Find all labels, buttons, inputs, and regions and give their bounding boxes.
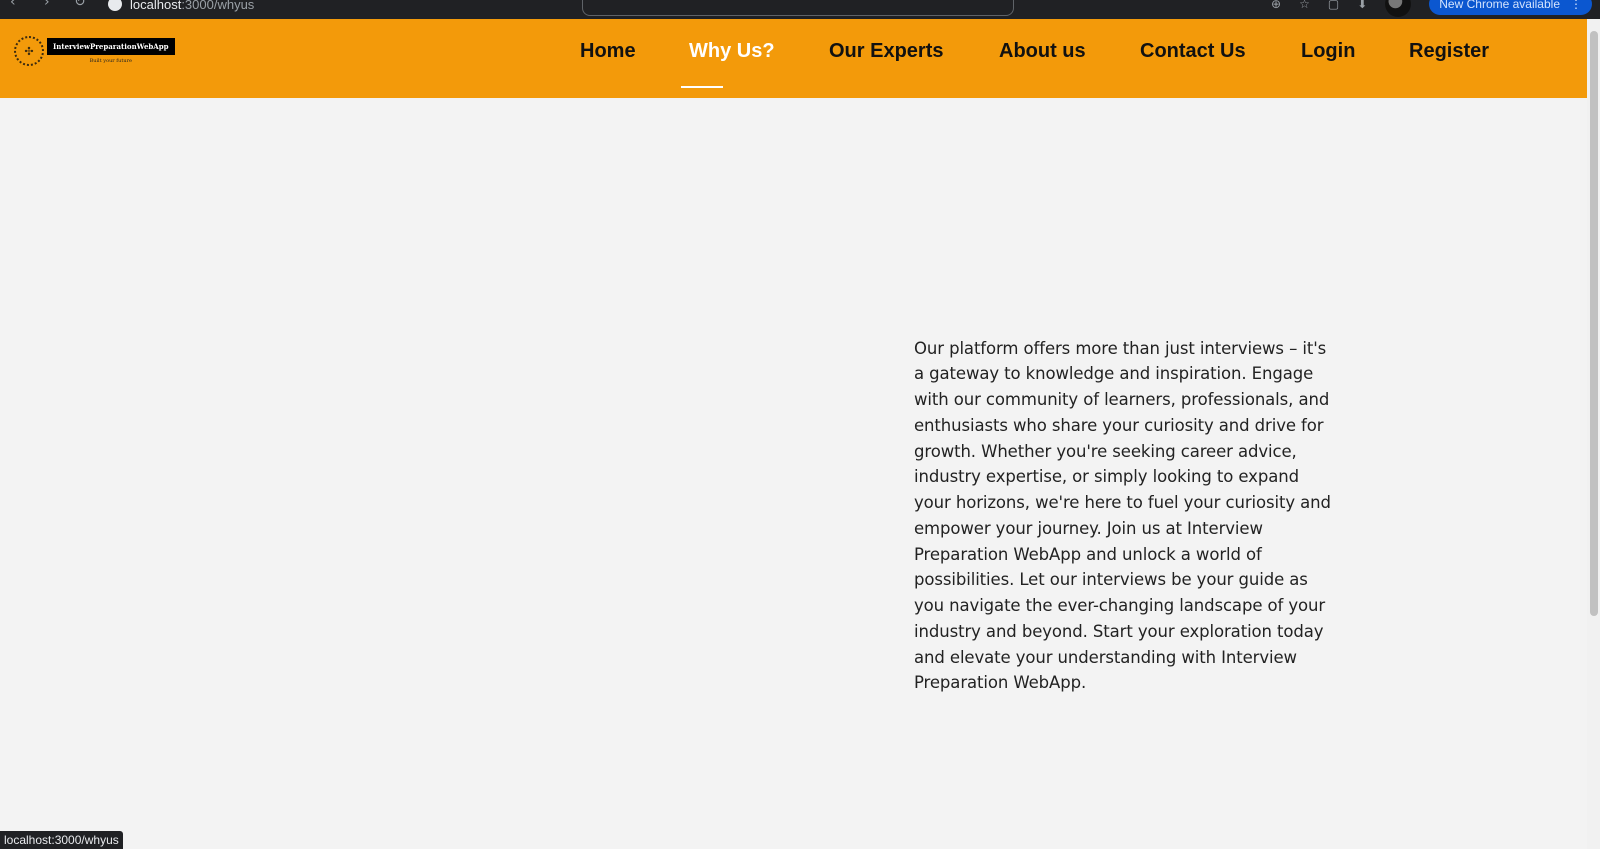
site-info-icon[interactable] <box>108 0 122 11</box>
url-path: :3000/whyus <box>181 0 255 12</box>
nav-home[interactable]: Home <box>580 40 636 63</box>
forward-icon[interactable]: › <box>44 0 50 10</box>
extensions-icon[interactable]: ▢ <box>1328 0 1339 11</box>
url-host: localhost <box>130 0 182 12</box>
nav-register[interactable]: Register <box>1409 40 1489 63</box>
translate-icon[interactable]: ⊕ <box>1271 0 1281 11</box>
more-menu-icon[interactable]: ⋮ <box>1570 0 1582 11</box>
active-nav-indicator <box>681 86 723 88</box>
omnibox-dropdown <box>582 0 1014 16</box>
profile-avatar[interactable] <box>1385 0 1412 17</box>
address-bar[interactable]: localhost:3000/whyus <box>108 0 254 16</box>
why-us-paragraph: Our platform offers more than just inter… <box>914 338 1331 693</box>
nav-contact-us[interactable]: Contact Us <box>1140 40 1246 63</box>
back-icon[interactable]: ‹ <box>10 0 16 10</box>
scrollbar-thumb[interactable] <box>1590 31 1598 616</box>
browser-toolbar: ‹ › ↻ localhost:3000/whyus ⊕ ☆ ▢ ⬇ New C… <box>0 0 1600 19</box>
main-nav: Home Why Us? Our Experts About us Contac… <box>0 19 1587 98</box>
nav-login[interactable]: Login <box>1301 40 1355 63</box>
nav-our-experts[interactable]: Our Experts <box>829 40 943 63</box>
site-header: ✣ InterviewPreparationWebApp Built your … <box>0 19 1587 98</box>
status-link-preview: localhost:3000/whyus <box>0 831 123 849</box>
nav-about-us[interactable]: About us <box>999 40 1086 63</box>
page-scrollbar[interactable] <box>1587 19 1600 849</box>
reload-icon[interactable]: ↻ <box>74 0 86 10</box>
bookmark-star-icon[interactable]: ☆ <box>1299 0 1310 11</box>
download-icon[interactable]: ⬇ <box>1357 0 1367 11</box>
update-label: New Chrome available <box>1439 0 1560 11</box>
nav-why-us[interactable]: Why Us? <box>689 40 775 63</box>
chrome-update-button[interactable]: New Chrome available ⋮ <box>1429 0 1592 15</box>
toolbar-right: ⊕ ☆ ▢ ⬇ New Chrome available ⋮ <box>1271 0 1600 17</box>
